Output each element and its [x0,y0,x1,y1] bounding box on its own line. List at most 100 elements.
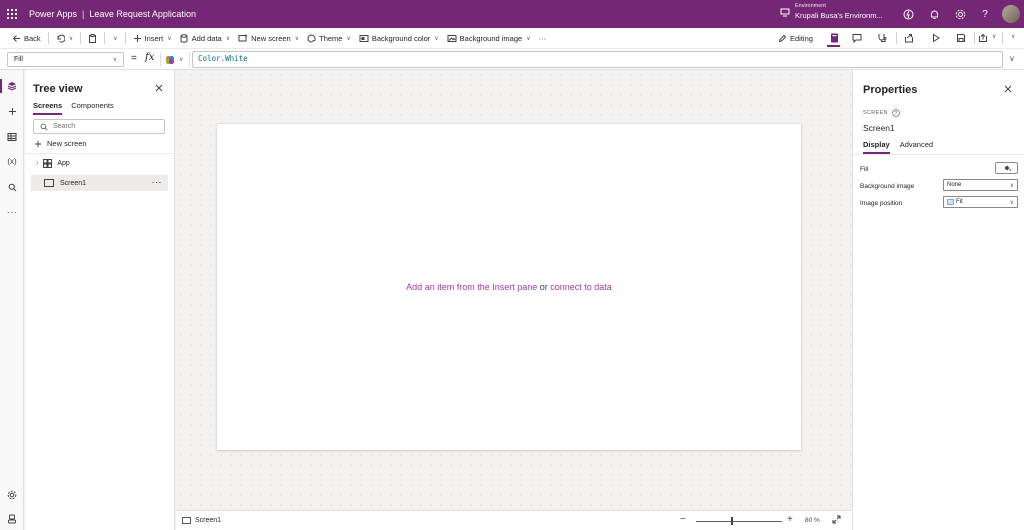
insert-button[interactable]: Insert ∨ [129,28,176,48]
help-icon[interactable]: ? [891,109,900,117]
chevron-down-icon[interactable]: ∨ [992,33,996,40]
tab-components[interactable]: Components [71,101,114,115]
chevron-down-icon[interactable]: ∨ [1011,33,1015,40]
close-icon[interactable] [155,84,163,94]
search-input[interactable]: Search [33,119,165,134]
divider [25,153,175,154]
current-screen-label: Screen1 [195,517,222,524]
zoom-in-button[interactable]: + [787,514,793,525]
editing-label: Editing [790,33,813,43]
publish-icon[interactable] [978,33,988,45]
left-rail: (x) ··· [0,70,24,530]
formula-bar: Fill ∨ = fx ∨ Color.White ∨ [0,48,1024,70]
tree-item-app[interactable]: › App [35,159,70,168]
chevron-right-icon[interactable]: › [36,160,38,167]
chevron-down-icon[interactable]: ∨ [69,35,73,42]
pencil-icon [778,34,787,42]
control-type: SCREEN ? [863,109,900,117]
tree-view-icon[interactable] [5,79,19,93]
environment-picker[interactable]: Environment Krupali Busa's Environm... [780,3,883,19]
variables-icon[interactable]: (x) [5,154,19,168]
add-data-button[interactable]: Add data ∨ [176,28,234,48]
notifications-icon[interactable] [928,8,940,20]
chevron-down-icon: ∨ [112,57,117,63]
tab-screens[interactable]: Screens [33,101,63,115]
zoom-slider[interactable] [696,521,782,522]
plus-icon [34,140,42,147]
zoom-slider-thumb[interactable] [731,517,733,525]
search-placeholder: Search [53,123,76,130]
screen-canvas[interactable]: Add an item from the Insert pane or conn… [217,124,801,450]
tree-view-panel: Tree view Screens Components Search New … [25,70,175,530]
insert-icon[interactable] [5,104,19,118]
environment-icon [780,8,790,16]
share-icon[interactable] [904,33,914,45]
new-screen-button[interactable]: New screen [34,139,87,148]
top-bar: Power Apps | Leave Request Application E… [0,0,1024,28]
control-type-label: SCREEN [863,110,888,116]
divider [896,32,897,44]
tab-display[interactable]: Display [863,140,890,154]
more-options-icon[interactable]: ··· [152,177,163,187]
virtual-agent-icon[interactable] [5,512,19,526]
image-position-option: Fit [947,199,963,205]
more-commands-button[interactable]: ··· [535,28,551,48]
background-image-label: Background image [860,183,915,190]
more-actions-dropdown[interactable]: ∨ [108,28,121,48]
background-image-button[interactable]: Background image ∨ [443,28,535,48]
divider [47,32,49,44]
zoom-out-button[interactable]: − [680,514,686,525]
copilot-button[interactable]: ∨ [160,52,190,67]
save-icon[interactable] [956,33,966,45]
power-apps-icon[interactable] [902,8,914,20]
background-image-dropdown[interactable]: None ∨ [943,179,1018,191]
fill-color-picker[interactable] [995,162,1018,174]
canvas-area[interactable]: Add an item from the Insert pane or conn… [176,70,852,510]
background-color-label: Background color [371,33,431,43]
new-screen-button[interactable]: New screen ∨ [234,28,303,48]
settings-icon[interactable] [954,8,966,20]
back-button[interactable]: Back [8,28,45,48]
tree-item-screen1[interactable]: Screen1 ··· [31,175,168,191]
settings-icon[interactable] [5,488,19,502]
comments-icon[interactable] [852,33,862,45]
image-position-dropdown[interactable]: Fit ∨ [943,196,1018,208]
app-checker-icon[interactable] [828,31,840,45]
editing-mode-button[interactable]: Editing [774,28,817,48]
fit-to-window-icon[interactable] [832,515,841,526]
background-color-icon [359,34,369,42]
paste-button[interactable] [84,28,101,48]
chevron-down-icon[interactable]: ∨ [1009,54,1015,63]
chevron-down-icon: ∨ [346,35,351,42]
image-position-value: Fit [956,199,963,205]
data-icon[interactable] [5,130,19,144]
fx-icon[interactable]: fx [145,52,154,63]
insert-label: Insert [144,33,164,43]
chevron-down-icon: ∨ [113,35,118,42]
plus-icon [133,34,141,42]
theme-button[interactable]: Theme ∨ [303,28,355,48]
insert-pane-link[interactable]: Add an item from the Insert pane [406,282,537,292]
tree-item-label: Screen1 [60,179,87,187]
status-bar: Screen1 − + 80 % [176,510,852,530]
tab-advanced[interactable]: Advanced [900,140,933,154]
close-icon[interactable] [1004,85,1012,95]
current-screen-selector[interactable]: Screen1 [182,517,221,524]
user-avatar[interactable] [1002,5,1020,23]
search-icon[interactable] [5,180,19,194]
back-label: Back [24,33,41,43]
property-dropdown[interactable]: Fill ∨ [7,52,124,67]
help-icon[interactable]: ? [979,8,991,20]
theme-label: Theme [319,33,343,43]
background-color-button[interactable]: Background color ∨ [355,28,443,48]
connect-to-data-link[interactable]: connect to data [550,282,612,292]
new-screen-label: New screen [47,139,87,148]
formula-input[interactable] [192,51,1003,68]
health-check-icon[interactable] [877,33,887,45]
more-icon[interactable]: ··· [5,205,19,219]
formula-text[interactable]: Color.White [198,54,248,63]
undo-button[interactable]: ∨ [52,28,77,48]
palette-icon [307,33,316,43]
app-launcher-icon[interactable] [1,0,23,28]
play-icon[interactable] [931,33,941,45]
